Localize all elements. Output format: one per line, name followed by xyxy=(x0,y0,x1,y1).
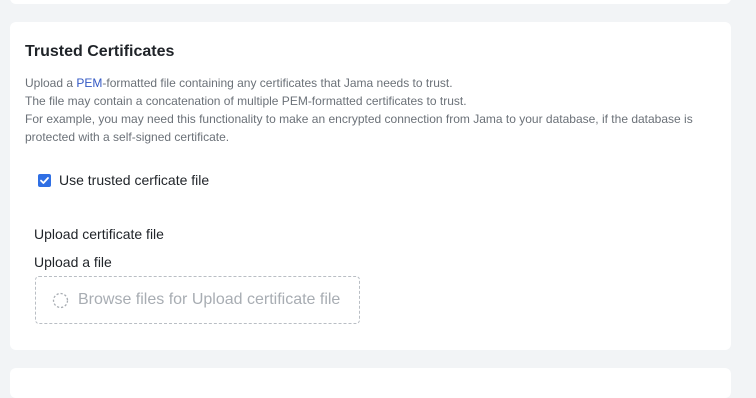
description-line-3: For example, you may need this functiona… xyxy=(25,112,693,144)
use-trusted-certificate-row[interactable]: Use trusted cerficate file xyxy=(38,171,209,189)
previous-section-card xyxy=(10,0,731,4)
description-line-2: The file may contain a concatenation of … xyxy=(25,94,467,108)
section-title: Trusted Certificates xyxy=(25,43,175,60)
use-trusted-certificate-checkbox[interactable] xyxy=(38,173,51,187)
description-line-1: Upload a PEM-formatted file containing a… xyxy=(25,74,725,92)
upload-spinner-icon xyxy=(52,292,69,308)
description-line-1-suffix: -formatted file containing any certifica… xyxy=(102,76,453,90)
pem-link[interactable]: PEM xyxy=(76,76,102,90)
trusted-certificates-card: Trusted Certificates Upload a PEM-format… xyxy=(10,22,731,350)
dropzone-text: Browse files for Upload certificate file xyxy=(78,291,341,308)
section-description: Upload a PEM-formatted file containing a… xyxy=(25,74,725,146)
upload-file-label: Upload a file xyxy=(34,254,112,270)
use-trusted-certificate-label: Use trusted cerficate file xyxy=(59,172,210,188)
upload-certificate-label: Upload certificate file xyxy=(34,226,164,242)
checkmark-icon xyxy=(40,176,49,184)
description-line-1-prefix: Upload a xyxy=(25,76,77,90)
certificate-file-dropzone[interactable]: Browse files for Upload certificate file xyxy=(35,276,360,324)
next-section-card xyxy=(10,368,731,398)
